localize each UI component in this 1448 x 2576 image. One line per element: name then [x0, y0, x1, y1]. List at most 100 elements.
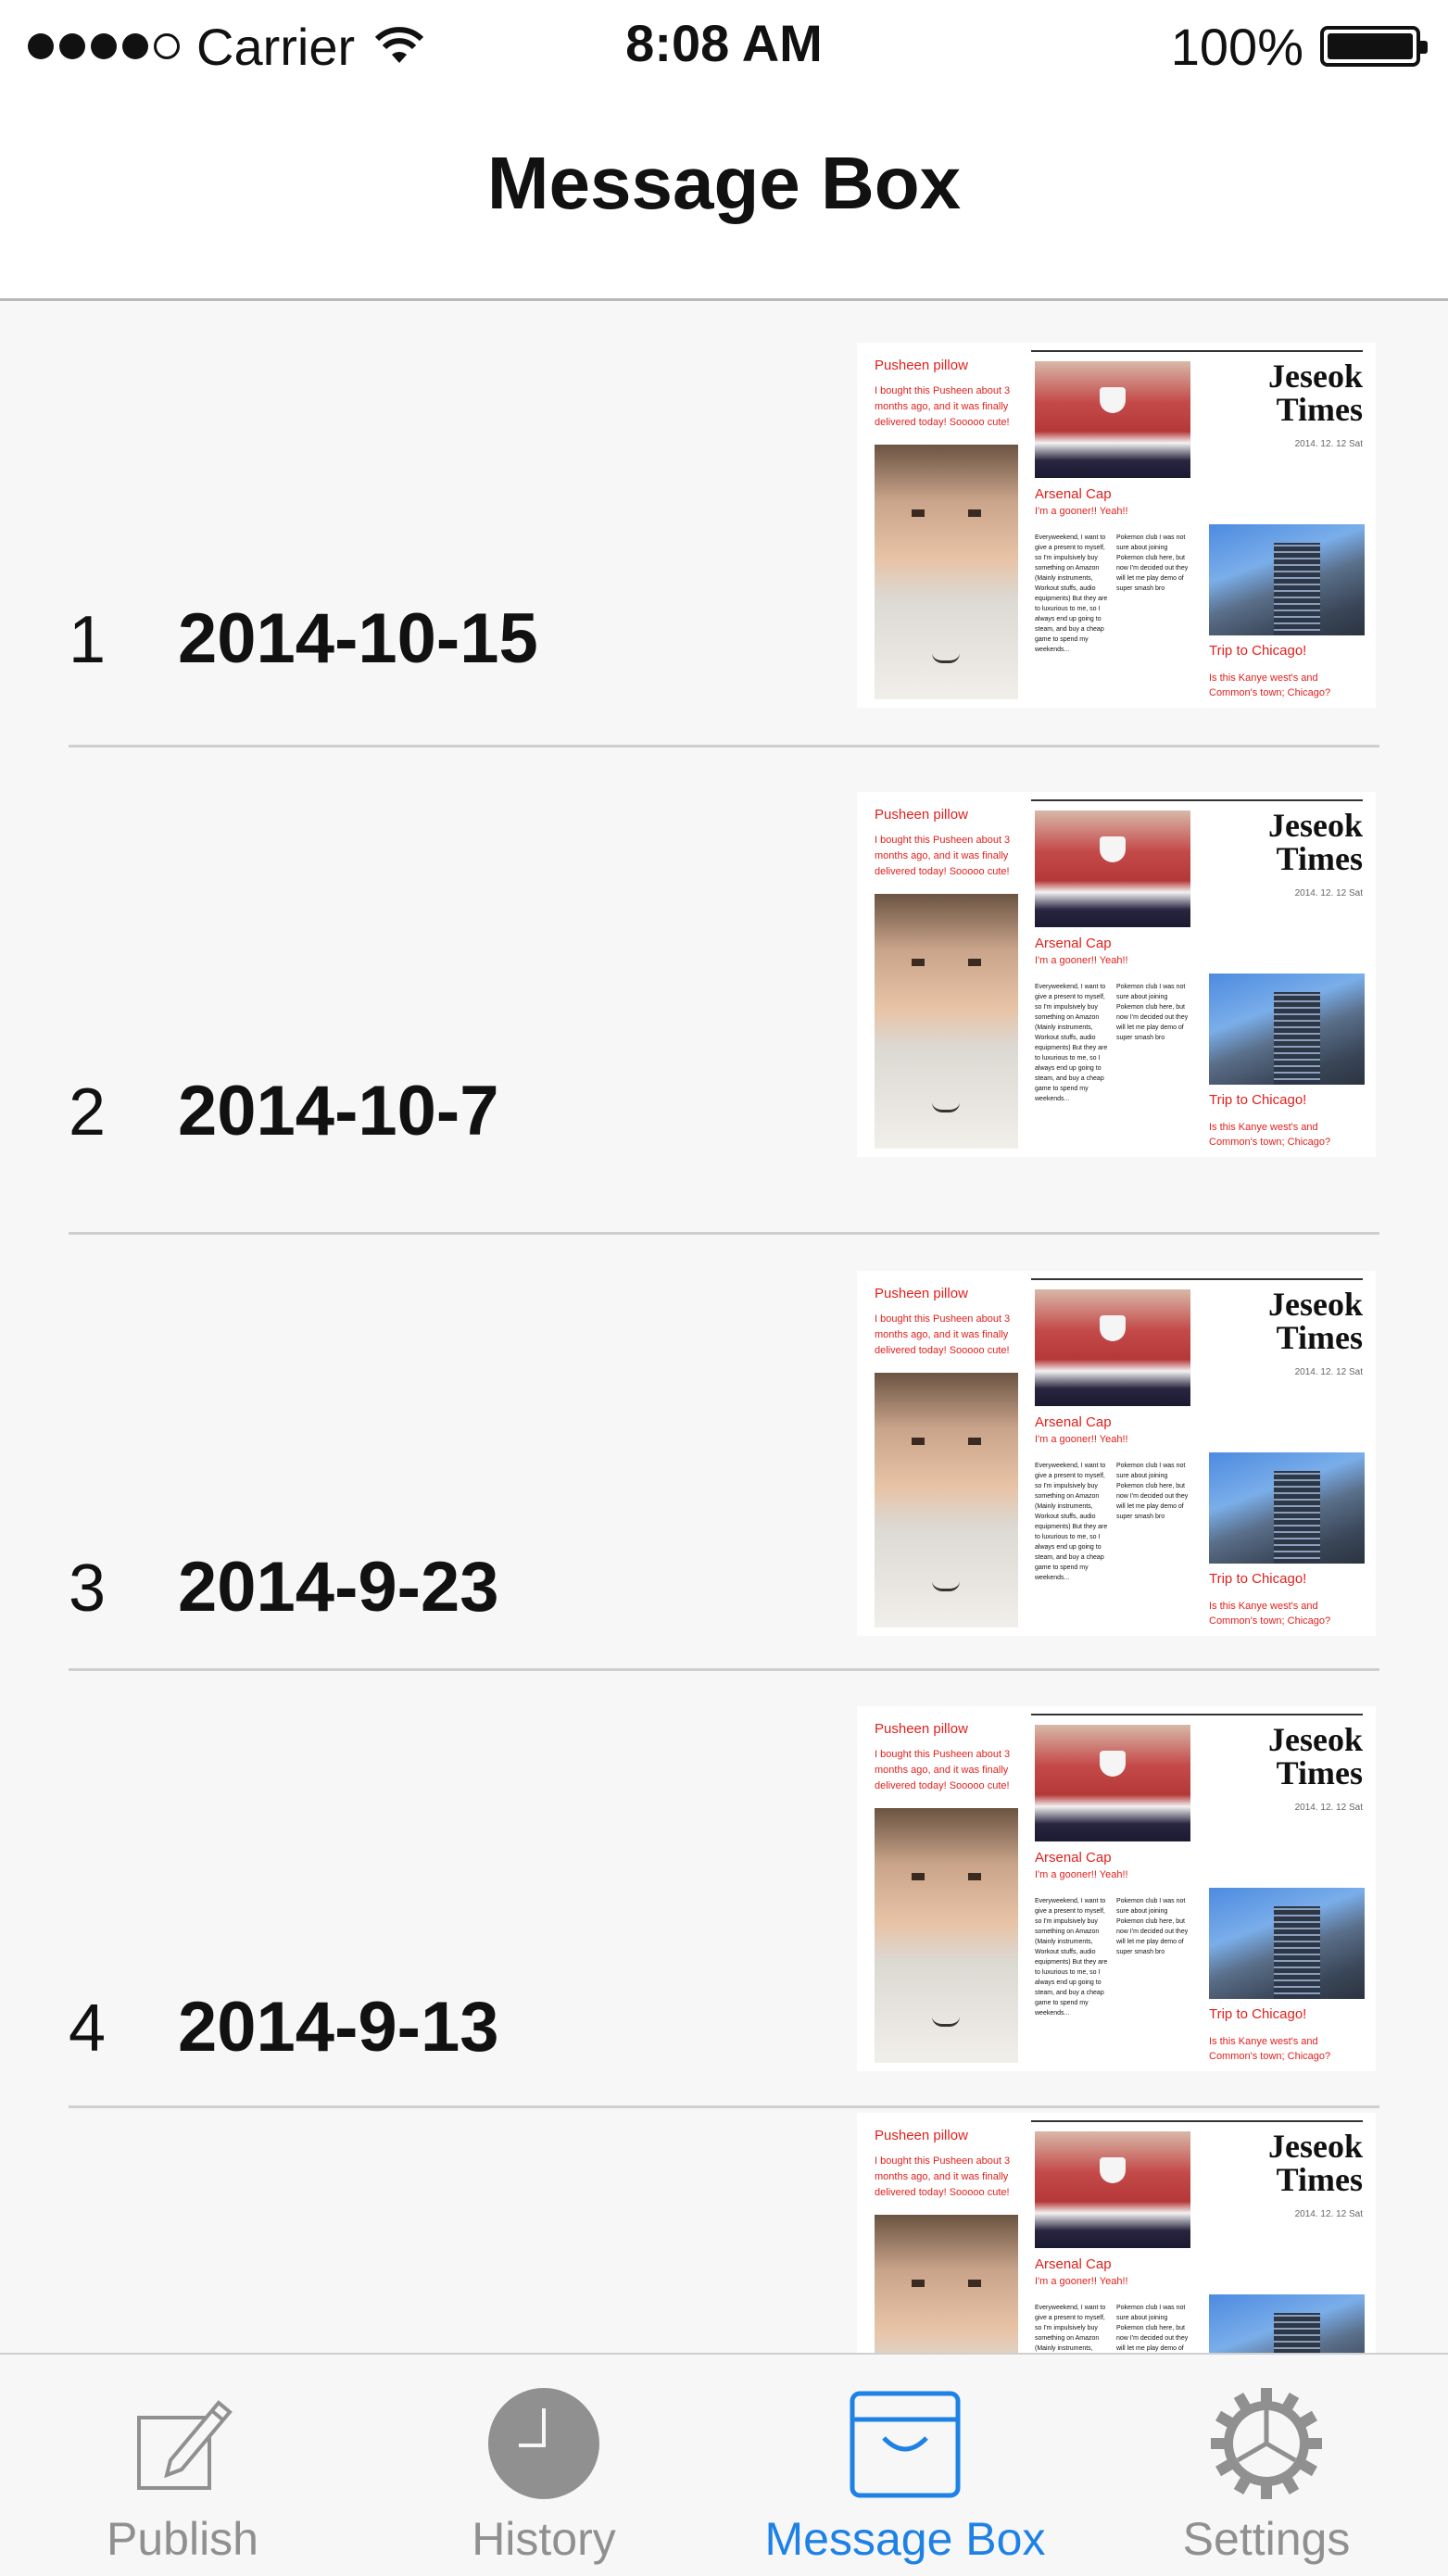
thumb-building-photo [1209, 1888, 1365, 1999]
thumb-building-photo [1209, 524, 1365, 635]
thumb-paper-title: Jeseok Times [1268, 2130, 1363, 2196]
thumb-divider [1031, 350, 1363, 352]
thumb-pillow-title: Pusheen pillow [875, 2128, 968, 2143]
gear-icon [1211, 2388, 1322, 2499]
thumb-pillow-text: I bought this Pusheen about 3 months ago… [875, 1749, 1011, 1791]
thumb-paper-date: 2014. 12. 12 Sat [1294, 1803, 1363, 1813]
list-item[interactable]: 4 2014-9-13 Pusheen pillow I bought this Pu… [0, 1671, 1448, 2108]
battery-icon [1320, 26, 1428, 67]
thumb-cap-photo [1035, 1725, 1190, 1841]
thumb-pillow-title: Pusheen pillow [875, 358, 968, 373]
list-item[interactable]: 1 2014-10-15 Pusheen pillow I bought this P… [0, 301, 1448, 748]
navigation-bar: Message Box [0, 93, 1448, 301]
newspaper-thumbnail: Pusheen pillow I bought this Pusheen abou… [857, 1271, 1376, 1636]
thumb-paper-title: Jeseok Times [1268, 359, 1363, 426]
thumb-trip-text: Is this Kanye west's and Common's town; … [1209, 1122, 1331, 1148]
thumb-cap-subtitle: I'm a gooner!! Yeah!! [1035, 955, 1128, 966]
thumb-trip-text: Is this Kanye west's and Common's town; … [1209, 672, 1331, 698]
battery-percentage: 100% [1170, 17, 1303, 76]
tab-history[interactable]: History [363, 2355, 724, 2576]
thumb-cap-title: Arsenal Cap [1035, 2256, 1112, 2272]
row-index: 3 [69, 1552, 107, 1626]
thumb-pillow-title: Pusheen pillow [875, 807, 968, 823]
newspaper-thumbnail: Pusheen pillow I bought this Pusheen abou… [857, 343, 1376, 708]
thumb-cap-photo [1035, 1289, 1190, 1406]
message-list[interactable]: 1 2014-10-15 Pusheen pillow I bought this P… [0, 301, 1448, 2353]
thumb-divider [1031, 2120, 1363, 2122]
status-bar: Carrier 8:08 AM 100% [0, 0, 1448, 93]
tab-bar: Publish History Message Box Settings [0, 2353, 1448, 2576]
tab-label: Settings [1182, 2513, 1351, 2565]
thumb-paper-title: Jeseok Times [1268, 809, 1363, 875]
thumb-paper-title-line2: Times [1276, 1754, 1363, 1791]
thumb-paper-title-line1: Jeseok [1268, 358, 1363, 395]
thumb-column-text: Pokemon club I was not sure about joinin… [1116, 1463, 1189, 1520]
row-date: 2014-10-15 [178, 599, 538, 678]
newspaper-thumbnail: Pusheen pillow I bought this Pusheen abou… [857, 2113, 1376, 2353]
thumb-building-photo [1209, 974, 1365, 1085]
row-index: 4 [69, 1992, 107, 2066]
thumb-cap-subtitle: I'm a gooner!! Yeah!! [1035, 506, 1128, 517]
thumb-cap-photo [1035, 361, 1190, 478]
thumb-column-text: Everyweekend, I want to give a present t… [1035, 2305, 1106, 2352]
thumb-paper-title-line1: Jeseok [1268, 2128, 1363, 2165]
thumb-divider [1031, 799, 1363, 801]
thumb-portrait-photo [875, 1808, 1018, 2063]
tab-publish[interactable]: Publish [2, 2355, 363, 2576]
thumb-cap-subtitle: I'm a gooner!! Yeah!! [1035, 2276, 1128, 2287]
thumb-cap-title: Arsenal Cap [1035, 486, 1112, 502]
newspaper-thumbnail: Pusheen pillow I bought this Pusheen abou… [857, 1706, 1376, 2071]
thumb-paper-title: Jeseok Times [1268, 1723, 1363, 1790]
thumb-cap-title: Arsenal Cap [1035, 1414, 1112, 1430]
list-item[interactable]: 3 2014-9-23 Pusheen pillow I bought this Pu… [0, 1236, 1448, 1671]
row-separator [69, 1232, 1379, 1235]
compose-icon [137, 2400, 233, 2490]
tab-message-box[interactable]: Message Box [724, 2355, 1086, 2576]
thumb-pillow-text: I bought this Pusheen about 3 months ago… [875, 1313, 1011, 1356]
thumb-cap-title: Arsenal Cap [1035, 936, 1112, 951]
tab-label: History [472, 2513, 616, 2565]
thumb-pillow-text: I bought this Pusheen about 3 months ago… [875, 385, 1011, 428]
thumb-paper-title-line1: Jeseok [1268, 1721, 1363, 1758]
thumb-paper-date: 2014. 12. 12 Sat [1294, 888, 1363, 898]
thumb-paper-date: 2014. 12. 12 Sat [1294, 439, 1363, 449]
thumb-paper-title-line1: Jeseok [1268, 807, 1363, 844]
inbox-tray-icon [850, 2391, 961, 2498]
thumb-portrait-photo [875, 894, 1018, 1149]
thumb-building-photo [1209, 2294, 1365, 2353]
row-index: 1 [69, 603, 107, 677]
list-item[interactable]: 2 2014-10-7 Pusheen pillow I bought this Pu… [0, 757, 1448, 1235]
page-title: Message Box [486, 142, 962, 224]
thumb-portrait-photo [875, 445, 1018, 699]
thumb-paper-title-line2: Times [1276, 391, 1363, 428]
thumb-trip-text: Is this Kanye west's and Common's town; … [1209, 1601, 1331, 1627]
tab-settings[interactable]: Settings [1086, 2355, 1447, 2576]
row-date: 2014-10-7 [178, 1072, 499, 1150]
row-separator [69, 2105, 1379, 2108]
thumb-paper-title-line2: Times [1276, 840, 1363, 877]
thumb-column-text: Pokemon club I was not sure about joinin… [1116, 2305, 1189, 2352]
thumb-pillow-text: I bought this Pusheen about 3 months ago… [875, 835, 1011, 877]
thumb-building-photo [1209, 1452, 1365, 1564]
thumb-cap-subtitle: I'm a gooner!! Yeah!! [1035, 1869, 1128, 1880]
thumb-column-text: Everyweekend, I want to give a present t… [1035, 984, 1108, 1102]
list-item[interactable]: Pusheen pillow I bought this Pusheen abou… [0, 2109, 1448, 2353]
thumb-cap-photo [1035, 2131, 1190, 2248]
thumb-column-text: Everyweekend, I want to give a present t… [1035, 1463, 1108, 1581]
thumb-paper-title-line2: Times [1276, 2161, 1363, 2198]
thumb-column-text: Pokemon club I was not sure about joinin… [1116, 534, 1189, 592]
clock-icon [488, 2388, 599, 2499]
tab-label: Message Box [764, 2513, 1046, 2565]
row-date: 2014-9-23 [178, 1548, 499, 1627]
row-date: 2014-9-13 [178, 1988, 499, 2067]
thumb-column-text: Pokemon club I was not sure about joinin… [1116, 984, 1189, 1041]
battery-status: 100% [1170, 17, 1428, 76]
row-separator [69, 745, 1379, 748]
thumb-portrait-photo [875, 1373, 1018, 1627]
thumb-paper-title: Jeseok Times [1268, 1288, 1363, 1354]
thumb-trip-title: Trip to Chicago! [1209, 643, 1307, 659]
tab-label: Publish [107, 2513, 258, 2565]
thumb-divider [1031, 1714, 1363, 1715]
row-index: 2 [69, 1075, 107, 1150]
thumb-divider [1031, 1278, 1363, 1280]
